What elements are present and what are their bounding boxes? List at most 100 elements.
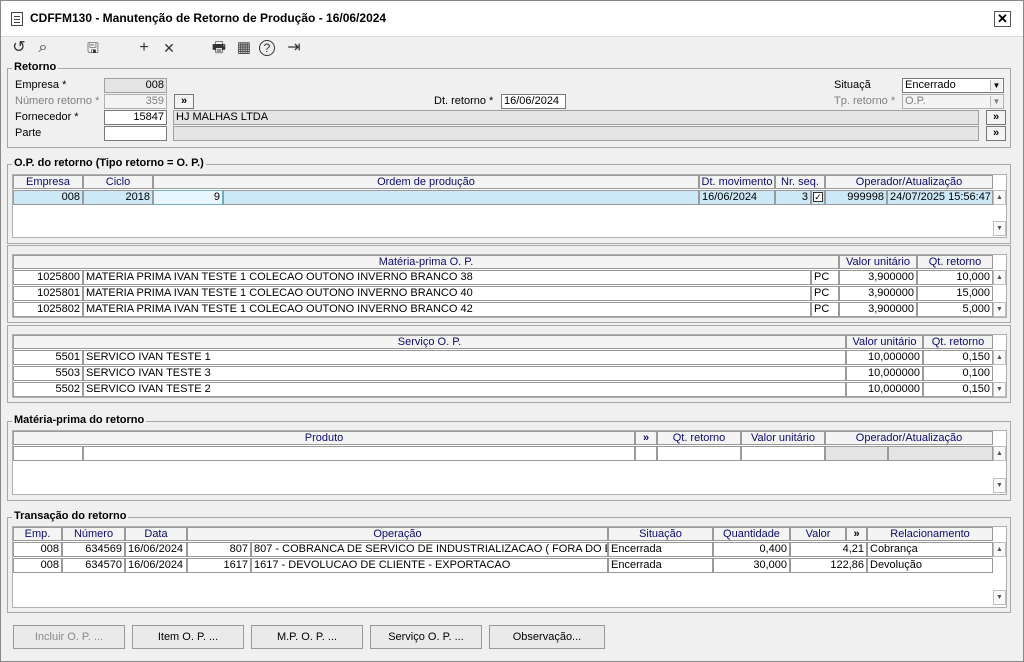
trans-cell-opcod[interactable]: 1617 [187, 558, 251, 573]
mp-cell-descricao[interactable]: MATERIA PRIMA IVAN TESTE 1 COLECAO OUTON… [83, 302, 811, 317]
op-cell-ordem[interactable]: 9 [153, 190, 223, 205]
serv-cell-descricao[interactable]: SERVICO IVAN TESTE 2 [83, 382, 846, 397]
mpr-header-qt[interactable]: Qt. retorno [657, 431, 741, 445]
serv-cell-codigo[interactable]: 5503 [13, 366, 83, 381]
empresa-field[interactable]: 008 [104, 78, 167, 93]
mp-cell-codigo[interactable]: 1025800 [13, 270, 83, 285]
save-icon[interactable]: 🖫 [83, 37, 103, 59]
print-icon[interactable]: 🖶 [209, 37, 229, 59]
trans-header-quantidade[interactable]: Quantidade [713, 527, 790, 541]
scroll-down-icon[interactable]: ▼ [993, 221, 1006, 236]
mp-cell-descricao[interactable]: MATERIA PRIMA IVAN TESTE 1 COLECAO OUTON… [83, 286, 811, 301]
add-icon[interactable]: + [134, 37, 154, 59]
serv-cell-valor[interactable]: 10,000000 [846, 382, 923, 397]
mp-header-valor[interactable]: Valor unitário [839, 255, 917, 269]
chevron-down-icon[interactable]: ▼ [990, 96, 1002, 107]
op-header-operador[interactable]: Operador/Atualização [825, 175, 993, 189]
trans-cell-valor[interactable]: 122,86 [790, 558, 867, 573]
search-icon[interactable]: ⌕ [33, 37, 53, 59]
op-header-dt[interactable]: Dt. movimento [699, 175, 775, 189]
mp-cell-qt[interactable]: 5,000 [917, 302, 993, 317]
scroll-down-icon[interactable]: ▼ [993, 590, 1006, 605]
mp-cell-descricao[interactable]: MATERIA PRIMA IVAN TESTE 1 COLECAO OUTON… [83, 270, 811, 285]
mp-op-button[interactable]: M.P. O. P. ... [251, 625, 363, 649]
op-cell-checkbox[interactable]: ✓ [811, 190, 825, 205]
serv-cell-valor[interactable]: 10,000000 [846, 366, 923, 381]
mpr-cell-more[interactable] [635, 446, 657, 461]
dt-retorno-field[interactable]: 16/06/2024 [501, 94, 566, 109]
op-header-ciclo[interactable]: Ciclo [83, 175, 153, 189]
serv-cell-descricao[interactable]: SERVICO IVAN TESTE 1 [83, 350, 846, 365]
serv-cell-descricao[interactable]: SERVICO IVAN TESTE 3 [83, 366, 846, 381]
trans-header-emp[interactable]: Emp. [13, 527, 62, 541]
trans-header-operacao[interactable]: Operação [187, 527, 608, 541]
trans-cell-data[interactable]: 16/06/2024 [125, 558, 187, 573]
op-cell-ciclo[interactable]: 2018 [83, 190, 153, 205]
mp-cell-codigo[interactable]: 1025801 [13, 286, 83, 301]
trans-header-more[interactable]: » [846, 527, 867, 541]
parte-lookup-button[interactable]: » [986, 126, 1006, 141]
trans-cell-valor[interactable]: 4,21 [790, 542, 867, 557]
op-cell-empresa[interactable]: 008 [13, 190, 83, 205]
mp-cell-unidade[interactable]: PC [811, 302, 839, 317]
scroll-up-icon[interactable]: ▲ [993, 270, 1006, 285]
trans-cell-opcod[interactable]: 807 [187, 542, 251, 557]
op-cell-ordem-desc[interactable] [223, 190, 699, 205]
scroll-down-icon[interactable]: ▼ [993, 302, 1006, 317]
serv-cell-valor[interactable]: 10,000000 [846, 350, 923, 365]
serv-header-servico[interactable]: Serviço O. P. [13, 335, 846, 349]
trans-cell-emp[interactable]: 008 [13, 558, 62, 573]
scroll-down-icon[interactable]: ▼ [993, 478, 1006, 493]
close-button[interactable]: ✕ [994, 11, 1011, 27]
trans-cell-numero[interactable]: 634569 [62, 542, 125, 557]
op-header-seq[interactable]: Nr. seq. [775, 175, 825, 189]
scroll-up-icon[interactable]: ▲ [993, 446, 1006, 461]
trans-cell-operacao[interactable]: 1617 - DEVOLUCAO DE CLIENTE - EXPORTACAO [251, 558, 608, 573]
mp-cell-unidade[interactable]: PC [811, 270, 839, 285]
trans-cell-quantidade[interactable]: 30,000 [713, 558, 790, 573]
numero-lookup-button[interactable]: » [174, 94, 194, 109]
mp-cell-valor[interactable]: 3,900000 [839, 270, 917, 285]
mp-cell-valor[interactable]: 3,900000 [839, 286, 917, 301]
mp-cell-unidade[interactable]: PC [811, 286, 839, 301]
mp-cell-qt[interactable]: 15,000 [917, 286, 993, 301]
serv-cell-codigo[interactable]: 5502 [13, 382, 83, 397]
trans-cell-situacao[interactable]: Encerrada [608, 558, 713, 573]
fornecedor-lookup-button[interactable]: » [986, 110, 1006, 125]
exit-icon[interactable]: ⇥ [284, 37, 304, 59]
mpr-header-valor[interactable]: Valor unitário [741, 431, 825, 445]
undo-icon[interactable]: ↺ [9, 37, 29, 59]
mpr-cell-qt[interactable] [657, 446, 741, 461]
help-icon[interactable]: ? [259, 40, 275, 56]
chevron-down-icon[interactable]: ▼ [990, 80, 1002, 91]
numero-retorno-field[interactable]: 359 [104, 94, 167, 109]
tp-retorno-select[interactable]: O.P. ▼ [902, 94, 1004, 109]
trans-header-relacionamento[interactable]: Relacionamento [867, 527, 993, 541]
trans-header-data[interactable]: Data [125, 527, 187, 541]
trans-cell-emp[interactable]: 008 [13, 542, 62, 557]
scroll-up-icon[interactable]: ▲ [993, 190, 1006, 205]
serv-cell-qt[interactable]: 0,150 [923, 382, 993, 397]
mp-cell-valor[interactable]: 3,900000 [839, 302, 917, 317]
trans-header-numero[interactable]: Número [62, 527, 125, 541]
mpr-cell-produto[interactable] [83, 446, 635, 461]
servico-op-button[interactable]: Serviço O. P. ... [370, 625, 482, 649]
serv-cell-qt[interactable]: 0,150 [923, 350, 993, 365]
mpr-header-produto[interactable]: Produto [13, 431, 635, 445]
trans-cell-relacionamento[interactable]: Devolução [867, 558, 993, 573]
op-header-empresa[interactable]: Empresa [13, 175, 83, 189]
mpr-cell-codigo[interactable] [13, 446, 83, 461]
mpr-header-more[interactable]: » [635, 431, 657, 445]
op-cell-dt[interactable]: 16/06/2024 [699, 190, 775, 205]
serv-header-qt[interactable]: Qt. retorno [923, 335, 993, 349]
trans-header-valor[interactable]: Valor [790, 527, 846, 541]
trans-header-situacao[interactable]: Situação [608, 527, 713, 541]
trans-cell-situacao[interactable]: Encerrada [608, 542, 713, 557]
serv-header-valor[interactable]: Valor unitário [846, 335, 923, 349]
trans-cell-relacionamento[interactable]: Cobrança [867, 542, 993, 557]
observacao-button[interactable]: Observação... [489, 625, 605, 649]
serv-cell-codigo[interactable]: 5501 [13, 350, 83, 365]
mp-header-materia[interactable]: Matéria-prima O. P. [13, 255, 839, 269]
mpr-cell-valor[interactable] [741, 446, 825, 461]
situacao-select[interactable]: Encerrado ▼ [902, 78, 1004, 93]
